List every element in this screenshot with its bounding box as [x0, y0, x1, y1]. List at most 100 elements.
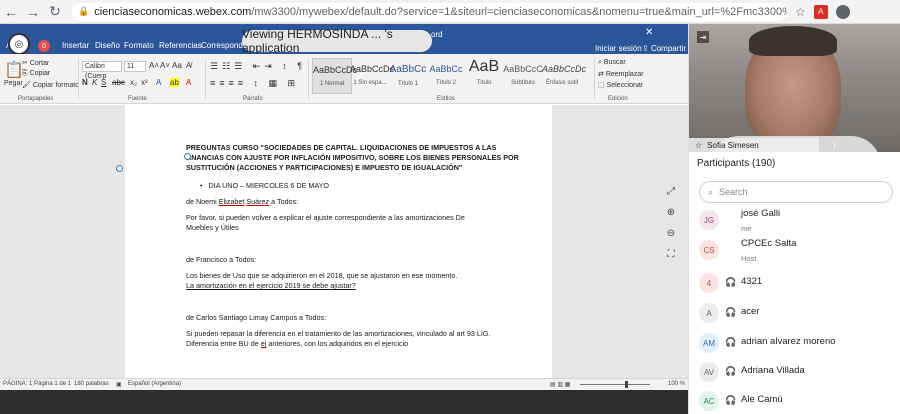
font-group-label: Fuente	[128, 96, 147, 102]
view-mode-icons[interactable]: ▤ ▥ ▦	[550, 381, 570, 388]
signin-link[interactable]: Iniciar sesión	[595, 44, 642, 53]
from-suffix: a Todos:	[269, 197, 299, 206]
paste-button[interactable]: Pegar	[4, 80, 23, 87]
copy-button[interactable]: ⎘ Copiar	[22, 70, 50, 78]
superscript-icon[interactable]: x²	[141, 78, 148, 87]
style-sample: AaBbCc	[389, 64, 427, 75]
selection-handle[interactable]	[184, 153, 191, 160]
doc-paragraph: Si pueden repasar la diferencia en el tr…	[186, 329, 491, 338]
style-subtle-emphasis[interactable]: AaBbCcDc Énfasis sutil	[542, 58, 587, 94]
style-sample: AaB	[468, 58, 500, 75]
tab-diseno[interactable]: Diseño	[95, 41, 120, 50]
text-effects-icon[interactable]: A	[156, 78, 161, 87]
star-icon[interactable]: ☆	[795, 5, 806, 19]
style-sample: AaBbCc	[429, 64, 463, 74]
status-zoom[interactable]: 100 %	[668, 381, 685, 387]
share-button[interactable]: ⇪ Compartir	[642, 44, 686, 53]
status-language[interactable]: Español (Argentina)	[128, 381, 181, 387]
style-subtitle[interactable]: AaBbCcC Subtítulo	[503, 58, 543, 94]
participant-avatar: AC	[699, 391, 719, 411]
participant-row[interactable]: AM 🎧 adrian alvarez moreno	[699, 329, 895, 357]
participant-row[interactable]: AC 🎧 Ale Camú	[699, 387, 895, 414]
font-name-select[interactable]: Calibri (Cuerp	[82, 61, 122, 80]
participant-row[interactable]: 4 🎧 4321	[699, 269, 895, 297]
collapse-video-icon[interactable]: ⇥	[697, 31, 709, 43]
doc-from-line: de Noemi Elizabet Suárez a Todos:	[186, 197, 298, 206]
audio-icon: 🎧	[725, 307, 737, 317]
tab-formato[interactable]: Formato	[124, 41, 154, 50]
format-painter-label: Copiar formato	[32, 82, 80, 89]
style-normal[interactable]: AaBbCcDc 1 Normal	[312, 58, 357, 94]
grow-font-icon[interactable]: A˄	[149, 61, 159, 70]
participant-role: Host	[741, 254, 757, 263]
document-page[interactable]: PREGUNTAS CURSO "SOCIEDADES DE CAPITAL. …	[125, 105, 552, 378]
paste-icon[interactable]: 📋	[4, 60, 24, 80]
clear-format-icon[interactable]: A̸	[186, 61, 191, 70]
search-placeholder: Search	[719, 187, 748, 197]
tab-insertar[interactable]: Insertar	[62, 41, 89, 50]
tab-referencias[interactable]: Referencias	[159, 41, 202, 50]
strikethrough-icon[interactable]: abc	[112, 78, 125, 87]
align-icons[interactable]: ≡≡≡≡ ↕ ▦ ⊞	[210, 78, 299, 89]
replace-button[interactable]: ⇄ Reemplazar	[598, 70, 644, 78]
from-prefix: de Noemi	[186, 197, 219, 206]
from-surname: Suárez	[246, 197, 270, 206]
profile-avatar[interactable]	[835, 4, 850, 19]
style-no-spacing[interactable]: AaBbCcDc 1 Sin espa...	[350, 58, 394, 94]
font-size-select[interactable]: 11	[124, 61, 146, 72]
participant-row[interactable]: AV 🎧 Adriana Villada	[699, 358, 895, 386]
doc-from-line: de Francisco a Todos:	[186, 255, 257, 264]
style-heading-2[interactable]: AaBbCc Título 2	[426, 58, 466, 94]
participant-search[interactable]: ⌕ Search	[699, 181, 893, 203]
address-bar[interactable]: 🔒 cienciaseconomicas.webex.com /mw3300/m…	[72, 2, 787, 21]
status-page-count: Página 1 de 1	[34, 381, 72, 387]
lock-icon: 🔒	[78, 6, 90, 16]
underline-icon[interactable]: S	[101, 78, 106, 87]
from-name: Elizabet	[218, 197, 245, 206]
highlight-icon[interactable]: ab	[170, 78, 179, 87]
participant-role: me	[741, 224, 752, 233]
italic-icon[interactable]: K	[92, 78, 97, 87]
change-case-icon[interactable]: Aa	[172, 61, 182, 70]
style-sample: AaBbCcDc	[542, 64, 587, 74]
brush-icon: 🖌	[22, 82, 33, 89]
doc-from-line: de Carlos Santiago Limay Campos a Todos:	[186, 313, 327, 322]
copy-label: Copiar	[29, 70, 51, 77]
list-icons[interactable]: ☰☷☰ ⇤⇥ ↕ ¶	[210, 61, 306, 72]
close-icon[interactable]: ✕	[645, 27, 653, 38]
zoom-in-icon[interactable]: ⊕	[664, 205, 678, 219]
reload-icon[interactable]: ↻	[44, 1, 66, 23]
shrink-font-icon[interactable]: A˅	[160, 61, 170, 70]
find-button[interactable]: ⌕ Buscar	[598, 59, 626, 67]
webex-share-icon[interactable]: ◎	[8, 33, 30, 55]
participant-row[interactable]: JG josé Galli me	[699, 206, 895, 234]
back-icon[interactable]: ←	[0, 1, 22, 23]
forward-icon[interactable]: →	[22, 1, 44, 23]
pdf-extension-icon[interactable]: A	[813, 4, 828, 19]
zoom-slider-thumb[interactable]	[625, 381, 628, 388]
style-heading-1[interactable]: AaBbCc Título 1	[388, 58, 428, 94]
edit-group-label: Edición	[608, 96, 628, 102]
select-icon: ⬚	[598, 82, 607, 89]
cut-button[interactable]: ✂ Cortar	[22, 59, 49, 67]
participant-name: Adriana Villada	[741, 365, 805, 376]
bold-icon[interactable]: N	[82, 78, 88, 87]
participant-name: acer	[741, 306, 760, 317]
fit-icon[interactable]: ⛶	[664, 247, 678, 261]
zoom-out-icon[interactable]: ⊖	[664, 226, 678, 240]
subscript-icon[interactable]: x₂	[130, 78, 137, 87]
participant-video[interactable]: ⇥ ☆ Sofia Simesen )	[689, 24, 900, 152]
style-title[interactable]: AaB Título	[464, 58, 504, 94]
zoom-slider[interactable]	[580, 384, 650, 385]
scissors-icon: ✂	[22, 60, 30, 67]
participant-row[interactable]: A 🎧 acer	[699, 299, 895, 327]
font-color-icon[interactable]: A	[186, 78, 191, 87]
select-button[interactable]: ⬚ Seleccionar	[598, 81, 643, 89]
fullscreen-icon[interactable]: ⤢	[664, 184, 678, 198]
participant-row[interactable]: CS CPCEc Salta Host	[699, 236, 895, 264]
video-hair	[749, 26, 837, 56]
format-painter-button[interactable]: 🖌 Copiar formato	[22, 81, 79, 89]
selection-handle[interactable]	[116, 165, 123, 172]
viewing-application-banner: Viewing HERMOSINDA ... 's application	[242, 27, 432, 55]
spellcheck-icon[interactable]: ▣	[116, 381, 122, 388]
